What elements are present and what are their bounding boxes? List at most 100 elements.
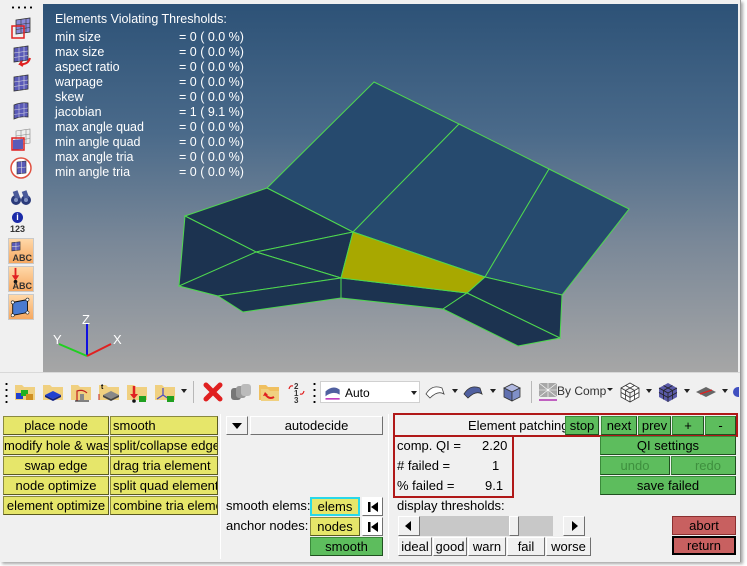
mesh-undo-icon[interactable] [8,44,34,68]
stat-value: = 0 ( 0.0 %) [179,90,244,104]
comp-qi-value: 2.20 [482,438,508,453]
display-mode-dropdown-arrow[interactable] [411,391,417,395]
display-thresholds-label: display thresholds: [397,498,505,513]
anchor-nodes-selector[interactable]: nodes [310,517,360,536]
edit-op-button-element-optimize[interactable]: element optimize [3,496,109,515]
smooth-elems-reset-button[interactable] [362,497,383,516]
undo-button[interactable]: undo [600,456,670,475]
toolbar-grip[interactable] [313,381,316,405]
system-dropdown-arrow[interactable] [181,389,187,393]
element-abc-button[interactable]: ABC [8,238,34,264]
system-icon[interactable] [153,380,177,404]
mesh-surface-icon[interactable] [8,100,34,124]
toolbar-grip[interactable] [5,381,8,405]
thickness-icon[interactable]: t [97,380,121,404]
abort-button[interactable]: abort [672,516,736,535]
mode-select[interactable]: autodecide [250,416,383,435]
copy-icon[interactable] [229,380,253,404]
display-mode-select[interactable]: Auto [320,381,420,403]
anchor-nodes-label: anchor nodes: [226,518,309,533]
wireframe-dropdown-arrow[interactable] [452,389,458,393]
failed-count-value: 1 [492,458,500,473]
patching-prev-button[interactable]: prev [638,416,671,435]
stat-row: max angle tria = 0 ( 0.0 %) [55,150,244,165]
threshold-good-button[interactable]: good [433,537,467,556]
element-folder-icon[interactable] [41,380,65,404]
undo-folder-icon[interactable] [257,380,281,404]
mesh-edit-select-icon[interactable] [8,16,34,40]
delete-icon[interactable] [201,380,225,404]
stat-value: = 0 ( 0.0 %) [179,60,244,74]
failed-percent-value: 9.1 [485,478,504,493]
color-mode-dropdown-arrow[interactable] [607,388,613,391]
renumber-icon[interactable]: 213 [285,380,309,405]
slider-right-button[interactable] [563,516,585,536]
threshold-ideal-button[interactable]: ideal [398,537,432,556]
edit-op-button-modify-hole-washer[interactable]: modify hole & washer [3,436,109,455]
threshold-fail-button[interactable]: fail [507,537,545,556]
slider-thumb[interactable] [508,516,519,536]
toolbar-grip[interactable] [10,6,34,9]
return-button[interactable]: return [672,536,736,555]
shaded-surface-icon[interactable] [462,380,486,404]
smooth-elems-selector[interactable]: elems [310,497,360,516]
mesh-grid-icon[interactable] [8,72,34,96]
patching-minus-button[interactable]: - [705,416,736,435]
patching-stop-button[interactable]: stop [565,416,599,435]
solid-cube-icon[interactable] [500,380,524,404]
edit-op-button-combine-tria-elements[interactable]: combine tria elements [110,496,218,515]
shaded-dropdown-arrow[interactable] [490,389,496,393]
component-folder-icon[interactable] [13,380,37,404]
wireframe-elements-icon[interactable] [618,380,642,404]
edit-op-button-drag-tria-element[interactable]: drag tria element [110,456,218,475]
shaded-elements-dropdown-arrow[interactable] [684,389,690,393]
mesh-circle-select-icon[interactable] [8,156,34,180]
y-axis-label: Y [53,332,62,347]
slider-left-button[interactable] [398,516,420,536]
stat-value: = 0 ( 0.0 %) [179,45,244,59]
graphics-viewport[interactable]: Elements Violating Thresholds: min size =… [43,4,738,372]
stat-row: aspect ratio = 0 ( 0.0 %) [55,60,244,75]
load-collector-icon[interactable] [69,380,93,404]
stat-label: jacobian [55,105,102,119]
load-abc-button[interactable]: ABC [8,266,34,292]
stats-title: Elements Violating Thresholds: [55,12,227,26]
slider-track[interactable] [420,516,553,536]
save-failed-button[interactable]: save failed [600,476,736,495]
threshold-slider[interactable] [398,516,586,536]
edit-op-button-node-optimize[interactable]: node optimize [3,476,109,495]
cut-plane-icon[interactable] [694,380,718,404]
edit-op-button-split-quad-element[interactable]: split quad element [110,476,218,495]
binoculars-icon[interactable] [8,186,34,210]
anchor-nodes-reset-button[interactable] [362,517,383,536]
smooth-elems-label: smooth elems: [226,498,311,513]
shaded-elements-icon[interactable] [656,380,680,404]
qi-settings-button[interactable]: QI settings [600,436,736,455]
edit-op-button-smooth[interactable]: smooth [110,416,218,435]
elements-dropdown-arrow[interactable] [646,389,652,393]
mode-dropdown-button[interactable] [226,416,248,435]
threshold-warn-button[interactable]: warn [468,537,506,556]
edit-op-button-swap-edge[interactable]: swap edge [3,456,109,475]
patching-plus-button[interactable]: + [672,416,704,435]
left-toolbar: i 123 ABC ABC [0,0,43,372]
quad-element-button[interactable] [8,294,34,320]
edit-op-button-place-node[interactable]: place node [3,416,109,435]
cut-plane-dropdown-arrow[interactable] [722,389,728,393]
threshold-worse-button[interactable]: worse [546,537,591,556]
abc-label: ABC [12,281,33,291]
right-arrow-icon [572,521,578,531]
stat-label: max angle tria [55,150,134,164]
wireframe-surface-icon[interactable] [424,380,448,404]
info-123-icon[interactable]: i 123 [8,210,34,236]
reset-icon [368,502,378,512]
color-mode-select[interactable]: By Comp [557,384,606,398]
mesh-element-select-icon[interactable] [8,128,34,152]
constraint-icon[interactable] [125,380,149,404]
patching-next-button[interactable]: next [601,416,637,435]
stat-row: max angle quad = 0 ( 0.0 %) [55,120,244,135]
edit-op-button-split-collapse-edge[interactable]: split/collapse edge [110,436,218,455]
more-tools-icon[interactable] [733,387,739,397]
smooth-button[interactable]: smooth [310,537,383,556]
redo-button[interactable]: redo [671,456,736,475]
